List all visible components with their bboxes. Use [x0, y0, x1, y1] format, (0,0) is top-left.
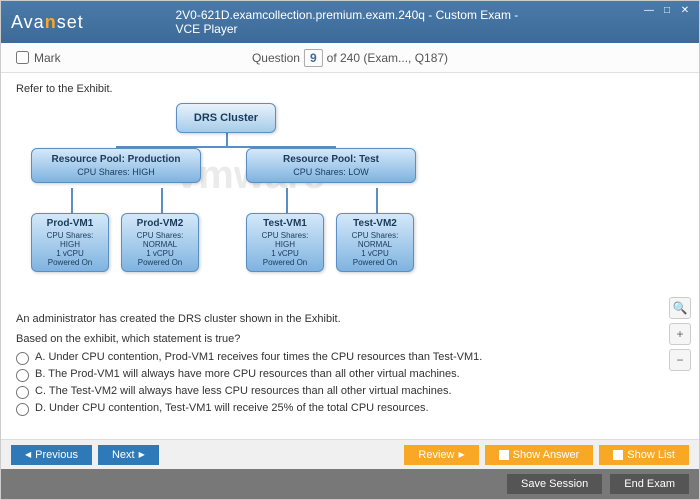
question-number: 9 [304, 49, 323, 67]
session-footer: Save Session End Exam [1, 469, 699, 499]
question-text-1: An administrator has created the DRS clu… [16, 313, 684, 325]
question-label: Question [252, 51, 300, 65]
node-prod-vm1: Prod-VM1CPU Shares:HIGH1 vCPUPowered On [31, 213, 109, 272]
next-button[interactable]: Next [98, 445, 159, 465]
minimize-button[interactable]: — [641, 3, 657, 17]
app-logo: Avanset [11, 12, 84, 33]
question-total: of 240 (Exam..., Q187) [327, 51, 448, 65]
show-answer-button[interactable]: Show Answer [485, 445, 594, 465]
radio-b[interactable] [16, 369, 29, 382]
zoom-out-button[interactable]: − [669, 349, 691, 371]
node-prod-vm2: Prod-VM2CPU Shares:NORMAL1 vCPUPowered O… [121, 213, 199, 272]
option-a[interactable]: A. Under CPU contention, Prod-VM1 receiv… [16, 351, 684, 365]
node-pool-production: Resource Pool: ProductionCPU Shares: HIG… [31, 148, 201, 183]
title-bar: Avanset 2V0-621D.examcollection.premium.… [1, 1, 699, 43]
radio-d[interactable] [16, 403, 29, 416]
option-d[interactable]: D. Under CPU contention, Test-VM1 will r… [16, 402, 684, 416]
mark-label: Mark [34, 51, 61, 65]
question-bar: Mark Question 9 of 240 (Exam..., Q187) [1, 43, 699, 73]
node-pool-test: Resource Pool: TestCPU Shares: LOW [246, 148, 416, 183]
checkbox-icon [613, 450, 623, 460]
search-icon[interactable]: 🔍 [669, 297, 691, 319]
option-b[interactable]: B. The Prod-VM1 will always have more CP… [16, 368, 684, 382]
radio-a[interactable] [16, 352, 29, 365]
node-drs-cluster: DRS Cluster [176, 103, 276, 133]
review-button[interactable]: Review [404, 445, 478, 465]
checkbox-icon [499, 450, 509, 460]
content-area: Refer to the Exhibit. vmware DRS Cluster… [1, 73, 699, 441]
question-text-2: Based on the exhibit, which statement is… [16, 333, 684, 345]
maximize-button[interactable]: □ [659, 3, 675, 17]
close-button[interactable]: ✕ [677, 3, 693, 17]
node-test-vm1: Test-VM1CPU Shares:HIGH1 vCPUPowered On [246, 213, 324, 272]
node-test-vm2: Test-VM2CPU Shares:NORMAL1 vCPUPowered O… [336, 213, 414, 272]
option-c[interactable]: C. The Test-VM2 will always have less CP… [16, 385, 684, 399]
radio-c[interactable] [16, 386, 29, 399]
window-title: 2V0-621D.examcollection.premium.exam.240… [176, 8, 525, 36]
options-group: A. Under CPU contention, Prod-VM1 receiv… [16, 351, 684, 416]
save-session-button[interactable]: Save Session [507, 474, 602, 494]
mark-checkbox[interactable] [16, 51, 29, 64]
exhibit-diagram: vmware DRS Cluster Resource Pool: Produc… [16, 103, 684, 303]
end-exam-button[interactable]: End Exam [610, 474, 689, 494]
zoom-in-button[interactable]: + [669, 323, 691, 345]
show-list-button[interactable]: Show List [599, 445, 689, 465]
refer-text: Refer to the Exhibit. [16, 83, 684, 95]
previous-button[interactable]: Previous [11, 445, 92, 465]
nav-footer: Previous Next Review Show Answer Show Li… [1, 439, 699, 469]
